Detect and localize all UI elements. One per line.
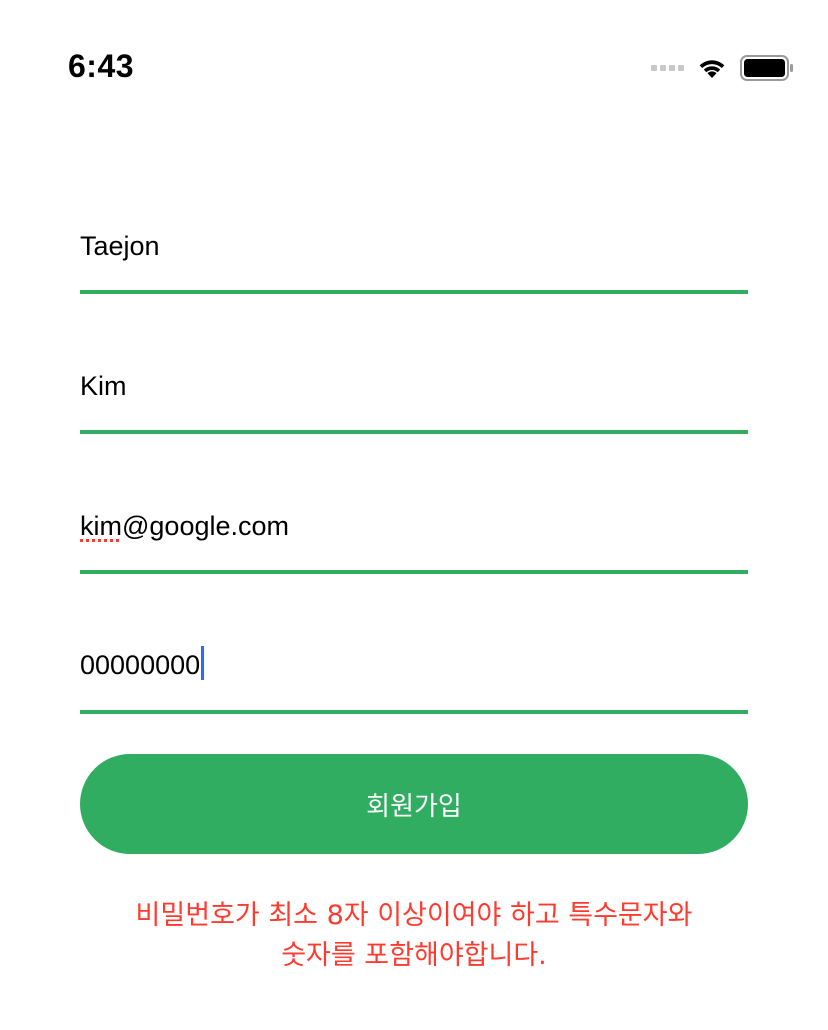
error-message: 비밀번호가 최소 8자 이상이여야 하고 특수문자와 숫자를 포함해야합니다. [40, 896, 788, 976]
signal-dots-icon [651, 65, 684, 71]
error-message-line-1: 비밀번호가 최소 8자 이상이여야 하고 특수문자와 [135, 900, 693, 931]
signup-button[interactable]: 회원가입 [80, 754, 748, 854]
status-bar: 6:43 [0, 0, 828, 120]
first-name-field[interactable]: Taejon [80, 214, 748, 294]
status-icons [651, 52, 794, 84]
password-text: 00000000 [80, 650, 201, 680]
text-cursor [201, 646, 205, 680]
spellcheck-underline: kim [80, 511, 122, 541]
battery-icon [740, 55, 793, 81]
password-value: 00000000 [80, 646, 205, 680]
wifi-icon [699, 60, 725, 78]
status-time: 6:43 [68, 48, 135, 84]
email-field[interactable]: kim@google.com [80, 494, 748, 574]
password-field[interactable]: 00000000 [80, 634, 748, 714]
email-domain: @google.com [122, 511, 289, 541]
first-name-value: Taejon [80, 231, 160, 261]
last-name-field[interactable]: Kim [80, 354, 748, 434]
last-name-value: Kim [80, 371, 127, 401]
error-message-line-2: 숫자를 포함해야합니다. [281, 940, 547, 971]
email-value: kim@google.com [80, 513, 289, 540]
